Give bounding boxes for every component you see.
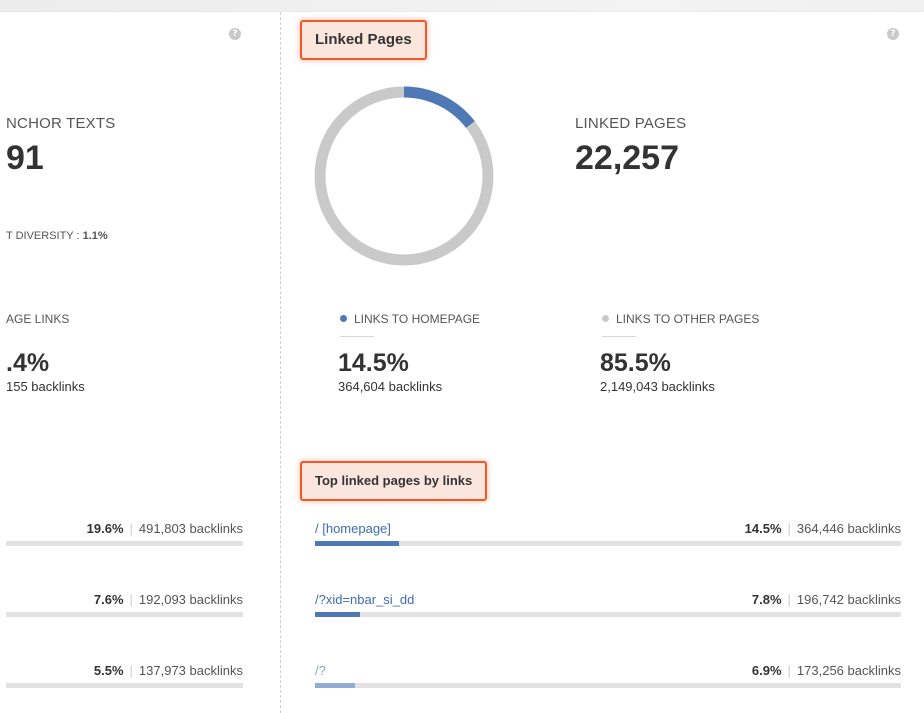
anchor-row-pct: 7.6% — [93, 592, 124, 607]
linked-page-backlinks: 173,256 backlinks — [796, 663, 901, 678]
legend-underline — [340, 336, 374, 337]
linked-page-row[interactable]: / [homepage] 14.5% | 364,446 backlinks — [315, 521, 901, 551]
other-pages-pct: 85.5% — [600, 349, 671, 377]
anchor-row-backlinks: 491,803 backlinks — [138, 521, 243, 536]
linked-pages-title: LINKED PAGES — [575, 115, 687, 132]
anchor-row[interactable]: 7.6% | 192,093 backlinks — [6, 592, 243, 622]
legend-links-to-homepage: LINKS TO HOMEPAGE — [340, 312, 480, 326]
blue-dot-icon — [340, 315, 347, 322]
text-diversity-label: T DIVERSITY : — [6, 230, 80, 242]
linked-page-pct: 6.9% — [751, 663, 782, 678]
linked-page-path-link[interactable]: /? — [315, 663, 326, 678]
anchor-row-backlinks: 137,973 backlinks — [138, 663, 243, 678]
linked-page-stats: 6.9% | 173,256 backlinks — [751, 663, 901, 678]
anchor-row[interactable]: 19.6% | 491,803 backlinks — [6, 521, 243, 551]
linked-page-path-link[interactable]: /?xid=nbar_si_dd — [315, 592, 414, 607]
top-linked-pages-callout: Top linked pages by links — [300, 461, 488, 501]
homepage-links-pct: 14.5% — [338, 349, 409, 377]
linked-pages-callout: Linked Pages — [300, 20, 427, 60]
linked-page-bar-fill — [315, 612, 360, 617]
gray-dot-icon — [602, 315, 609, 322]
linked-page-bar-track — [315, 612, 901, 617]
linked-pages-donut-chart — [314, 86, 494, 266]
homepage-links-backlinks: 364,604 backlinks — [338, 379, 443, 394]
linked-page-bar-fill — [315, 683, 355, 688]
homepage-links-label: AGE LINKS — [6, 312, 70, 326]
anchor-row-pct: 5.5% — [93, 663, 124, 678]
linked-page-pct: 7.8% — [751, 592, 782, 607]
linked-page-row[interactable]: /?xid=nbar_si_dd 7.8% | 196,742 backlinks — [315, 592, 901, 622]
anchor-row-backlinks: 192,093 backlinks — [138, 592, 243, 607]
linked-page-backlinks: 364,446 backlinks — [796, 521, 901, 536]
linked-page-bar-track — [315, 683, 901, 688]
anchor-row-bar-track — [6, 683, 243, 688]
linked-page-bar-fill — [315, 541, 399, 546]
legend-label: LINKS TO HOMEPAGE — [354, 312, 481, 326]
linked-page-bar-track — [315, 541, 901, 546]
legend-label: LINKS TO OTHER PAGES — [616, 312, 760, 326]
legend-underline — [602, 336, 636, 337]
linked-pages-count: 22,257 — [575, 139, 679, 177]
linked-page-pct: 14.5% — [744, 521, 782, 536]
anchor-texts-count: 91 — [6, 139, 44, 177]
anchor-row[interactable]: 5.5% | 137,973 backlinks — [6, 663, 243, 693]
panel-divider — [280, 12, 281, 713]
homepage-links-backlinks: 155 backlinks — [6, 379, 85, 394]
linked-page-stats: 14.5% | 364,446 backlinks — [744, 521, 901, 536]
anchor-texts-title: NCHOR TEXTS — [6, 115, 116, 132]
anchor-row-pct: 19.6% — [86, 521, 124, 536]
homepage-links-pct: .4% — [6, 349, 50, 377]
other-pages-backlinks: 2,149,043 backlinks — [600, 379, 715, 394]
anchor-row-stats: 5.5% | 137,973 backlinks — [93, 663, 243, 678]
linked-page-path-link[interactable]: / [homepage] — [315, 521, 391, 536]
text-diversity: T DIVERSITY : 1.1% — [6, 230, 108, 242]
legend-links-to-other-pages: LINKS TO OTHER PAGES — [602, 312, 759, 326]
linked-page-backlinks: 196,742 backlinks — [796, 592, 901, 607]
linked-page-row[interactable]: /? 6.9% | 173,256 backlinks — [315, 663, 901, 693]
anchor-row-stats: 7.6% | 192,093 backlinks — [93, 592, 243, 607]
page: ? NCHOR TEXTS 91 T DIVERSITY : 1.1% AGE … — [0, 0, 924, 713]
question-circle-icon[interactable]: ? — [229, 28, 241, 40]
anchor-row-bar-track — [6, 541, 243, 546]
report-card: ? NCHOR TEXTS 91 T DIVERSITY : 1.1% AGE … — [0, 12, 924, 713]
text-diversity-value: 1.1% — [82, 230, 108, 242]
anchor-row-stats: 19.6% | 491,803 backlinks — [86, 521, 243, 536]
linked-page-stats: 7.8% | 196,742 backlinks — [751, 592, 901, 607]
question-circle-icon[interactable]: ? — [887, 28, 899, 40]
anchor-row-bar-track — [6, 612, 243, 617]
